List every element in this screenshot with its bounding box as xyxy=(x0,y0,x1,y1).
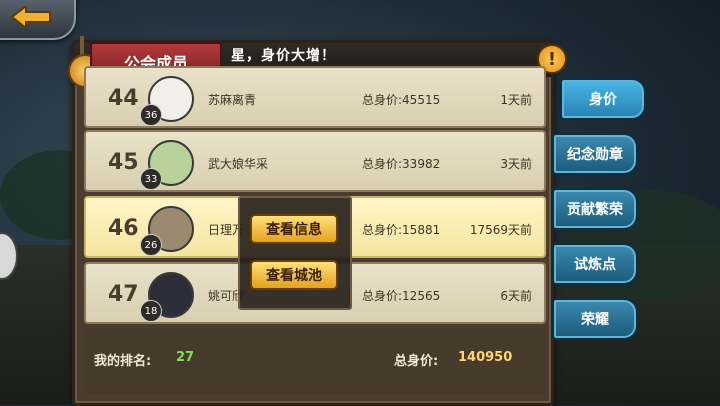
member-name: 苏麻离青 xyxy=(208,93,257,107)
tab-contribution[interactable]: 贡献繁荣 xyxy=(552,188,638,230)
view-city-button[interactable]: 查看城池 xyxy=(250,260,338,290)
member-worth: 总身价:33982 xyxy=(362,157,441,171)
marquee-text: 星，身价大增！ xyxy=(231,48,336,64)
member-row[interactable]: 44 36 苏麻离青 总身价:45515 1天前 xyxy=(84,66,546,128)
member-rank: 44 xyxy=(108,86,139,111)
tab-worth[interactable]: 身价 xyxy=(560,78,646,120)
member-level-badge: 36 xyxy=(140,104,162,126)
member-rank: 46 xyxy=(108,216,139,241)
member-action-popup: 查看信息 查看城池 xyxy=(238,196,352,310)
footer-summary: 我的排名: 27 总身价: 140950 xyxy=(84,328,546,394)
member-level-badge: 18 xyxy=(140,300,162,322)
total-worth-value: 140950 xyxy=(458,350,513,365)
member-row[interactable]: 45 33 武大娘华采 总身价:33982 3天前 xyxy=(84,130,546,192)
back-button[interactable] xyxy=(0,0,76,40)
back-arrow-icon xyxy=(12,6,51,28)
member-last-active: 6天前 xyxy=(500,289,532,303)
member-level-badge: 33 xyxy=(140,168,162,190)
member-worth: 总身价:12565 xyxy=(362,289,441,303)
member-last-active: 17569天前 xyxy=(469,223,532,237)
member-worth: 总身价:45515 xyxy=(362,93,441,107)
member-rank: 47 xyxy=(108,282,139,307)
member-last-active: 1天前 xyxy=(500,93,532,107)
tab-trial-points[interactable]: 试炼点 xyxy=(552,243,638,285)
tab-medals[interactable]: 纪念勋章 xyxy=(552,133,638,175)
total-worth-label: 总身价: xyxy=(394,354,439,369)
my-rank-label: 我的排名: xyxy=(94,354,152,369)
tab-honor[interactable]: 荣耀 xyxy=(552,298,638,340)
member-name: 武大娘华采 xyxy=(208,157,269,171)
member-rank: 45 xyxy=(108,150,139,175)
exclamation-icon: ! xyxy=(547,48,557,70)
view-info-button[interactable]: 查看信息 xyxy=(250,214,338,244)
member-worth: 总身价:15881 xyxy=(362,223,441,237)
member-level-badge: 26 xyxy=(140,234,162,256)
my-rank-value: 27 xyxy=(176,350,195,365)
member-last-active: 3天前 xyxy=(500,157,532,171)
